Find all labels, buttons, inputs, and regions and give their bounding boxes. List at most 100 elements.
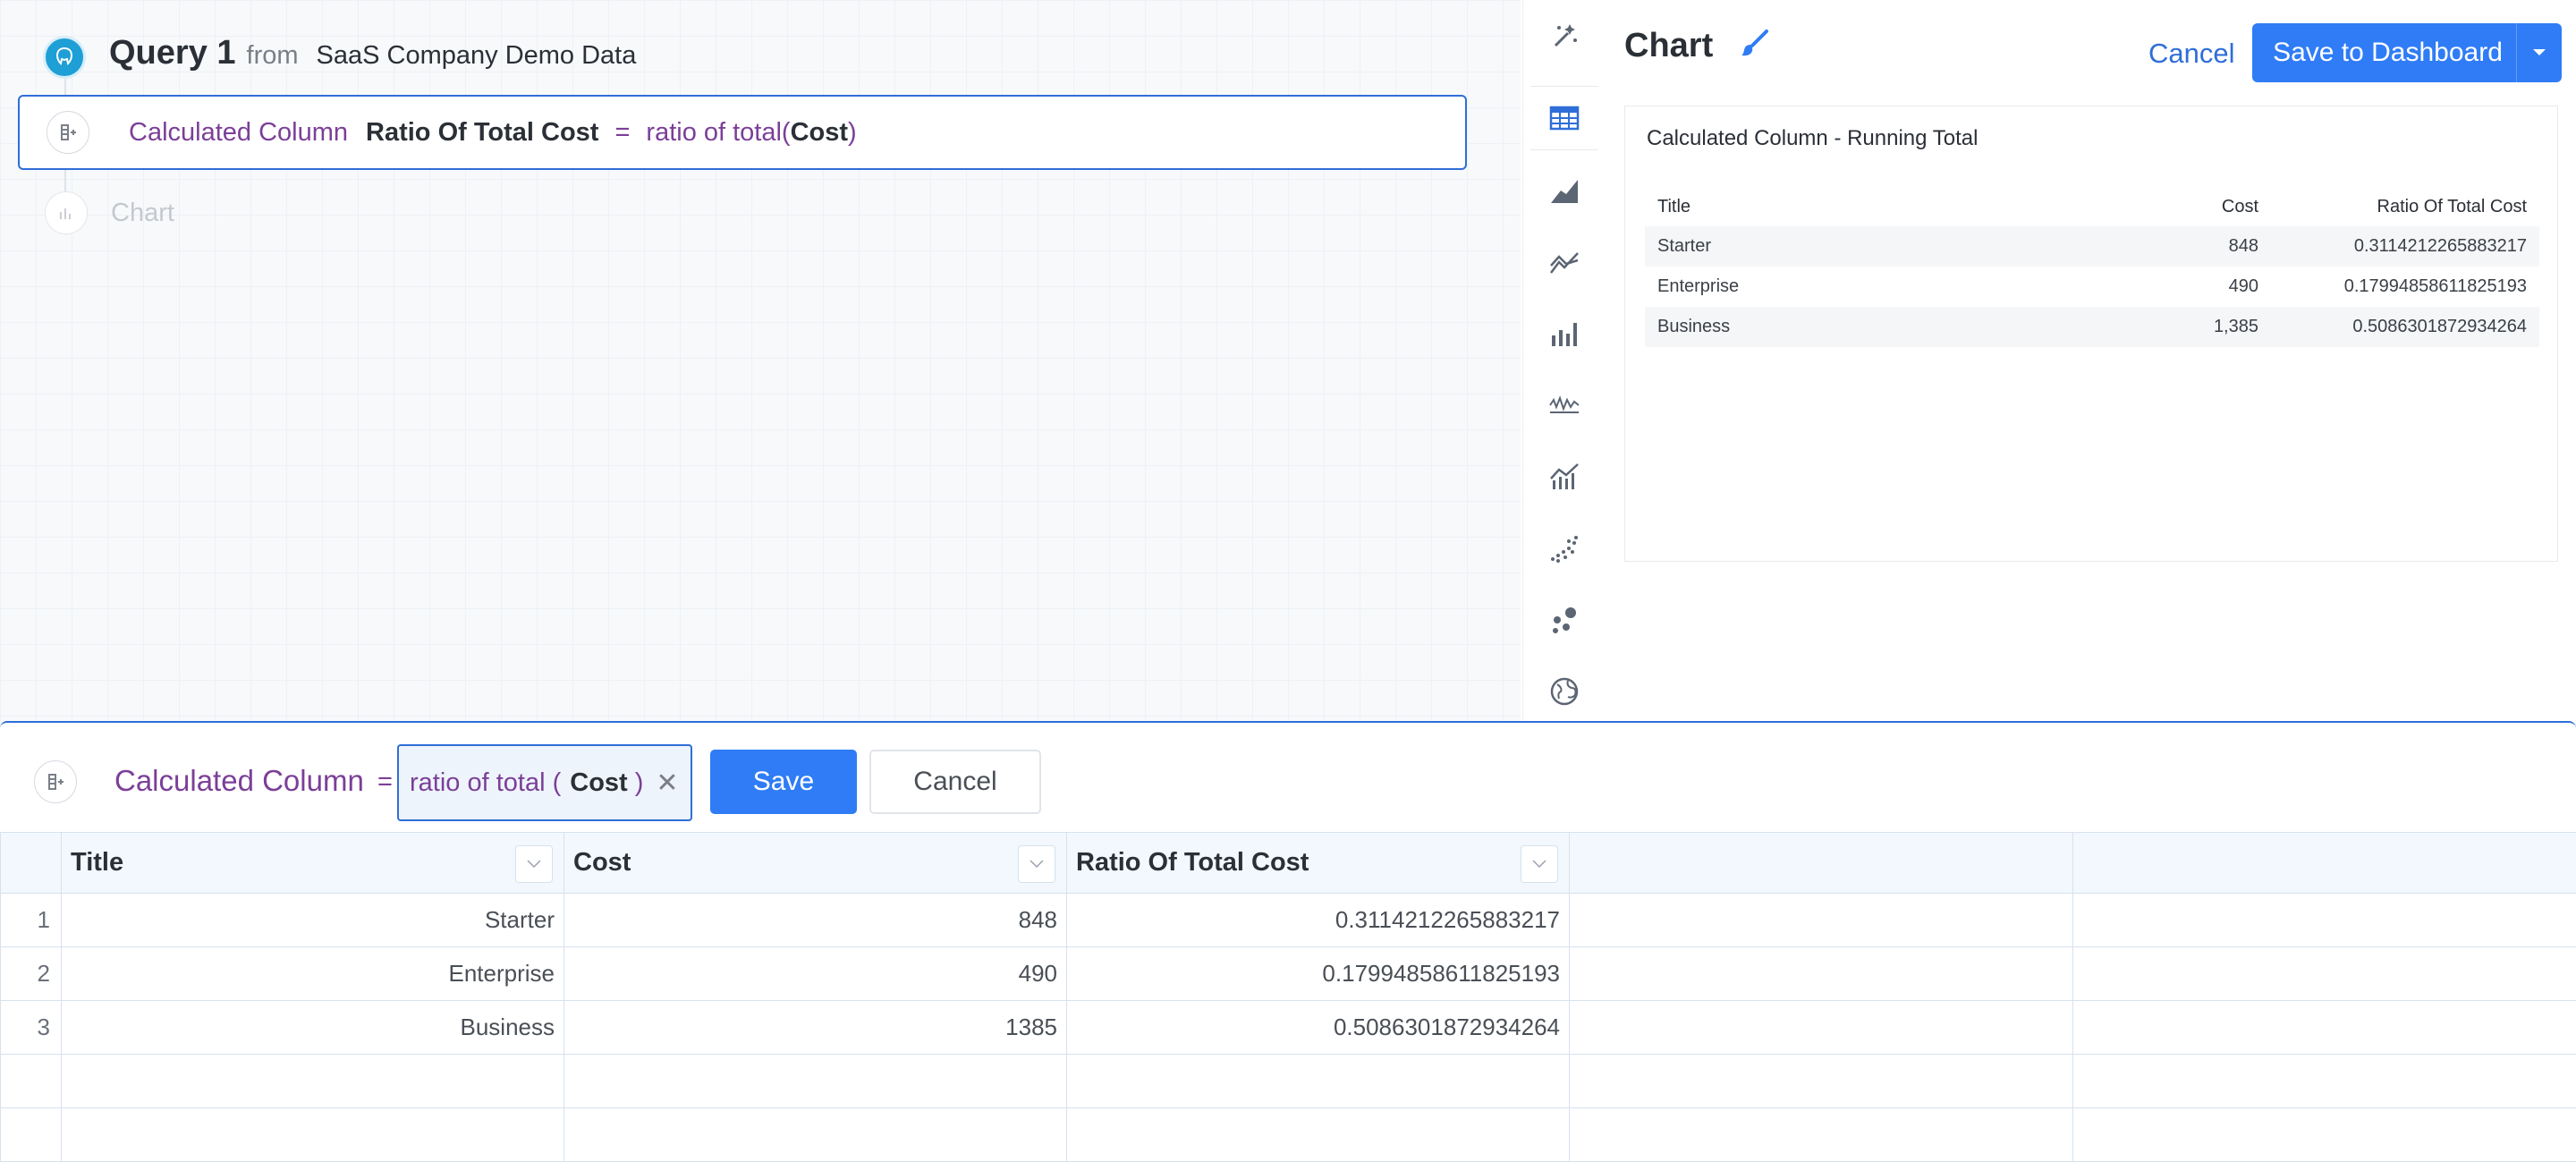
table-cell[interactable]: Enterprise bbox=[62, 947, 564, 1001]
column-header-cost[interactable]: Cost bbox=[564, 833, 1067, 894]
table-cell[interactable]: 490 bbox=[564, 947, 1067, 1001]
magic-wand-icon[interactable] bbox=[1530, 4, 1598, 66]
row-number bbox=[1, 1108, 62, 1162]
table-cell[interactable] bbox=[1067, 1055, 1570, 1108]
table-cell[interactable] bbox=[2073, 1055, 2576, 1108]
preview-cell: 0.17994858611825193 bbox=[2271, 267, 2539, 307]
table-cell[interactable] bbox=[2073, 1001, 2576, 1055]
chevron-down-icon[interactable] bbox=[515, 845, 553, 883]
save-to-dashboard-label: Save to Dashboard bbox=[2252, 38, 2516, 68]
column-header-title[interactable]: Title bbox=[62, 833, 564, 894]
table-cell[interactable]: 0.17994858611825193 bbox=[1067, 947, 1570, 1001]
preview-header-row: Title Cost Ratio Of Total Cost bbox=[1645, 187, 2539, 226]
scatter-icon[interactable] bbox=[1530, 517, 1598, 580]
preview-cell: 1,385 bbox=[2182, 307, 2271, 347]
step-column-name: Ratio Of Total Cost bbox=[366, 118, 598, 148]
table-row: 1 Starter 848 0.3114212265883217 bbox=[1, 894, 2576, 947]
table-cell[interactable] bbox=[1570, 1108, 2073, 1162]
cancel-button[interactable]: Cancel bbox=[869, 750, 1041, 814]
row-number: 1 bbox=[1, 894, 62, 947]
step-editor: Calculated Column = ratio of total ( Cos… bbox=[0, 721, 2576, 1118]
query-name[interactable]: Query 1 bbox=[109, 34, 236, 72]
row-number: 3 bbox=[1, 1001, 62, 1055]
table-cell[interactable] bbox=[62, 1108, 564, 1162]
query-source[interactable]: SaaS Company Demo Data bbox=[317, 41, 637, 71]
table-cell[interactable] bbox=[1570, 947, 2073, 1001]
column-header-label: Title bbox=[71, 848, 123, 877]
table-cell[interactable] bbox=[1570, 1055, 2073, 1108]
table-cell[interactable] bbox=[1570, 894, 2073, 947]
row-number bbox=[1, 1055, 62, 1108]
step-calculated-column[interactable]: Calculated Column Ratio Of Total Cost = … bbox=[18, 95, 1467, 170]
table-cell[interactable] bbox=[2073, 1108, 2576, 1162]
preview-row: Business 1,385 0.5086301872934264 bbox=[1645, 307, 2539, 347]
chart-type-toolbar bbox=[1522, 0, 1606, 723]
query-from-label: from bbox=[247, 41, 299, 71]
formula-input[interactable]: ratio of total ( Cost ) ✕ bbox=[397, 744, 692, 821]
paintbrush-icon[interactable] bbox=[1740, 29, 1770, 64]
calculated-column-icon bbox=[34, 760, 77, 803]
chevron-down-icon[interactable] bbox=[1018, 845, 1055, 883]
column-header-label: Cost bbox=[573, 848, 631, 877]
column-header-empty bbox=[2073, 833, 2576, 894]
postgres-icon[interactable] bbox=[43, 36, 86, 79]
save-button[interactable]: Save bbox=[710, 750, 857, 814]
table-cell[interactable] bbox=[564, 1055, 1067, 1108]
chart-step-icon bbox=[45, 191, 88, 234]
line-chart-icon[interactable] bbox=[1530, 231, 1598, 293]
preview-cell: 0.5086301872934264 bbox=[2271, 307, 2539, 347]
chart-title: Chart bbox=[1624, 27, 1713, 65]
table-row: 3 Business 1385 0.5086301872934264 bbox=[1, 1001, 2576, 1055]
query-header: Query 1 from SaaS Company Demo Data bbox=[109, 34, 636, 72]
preview-cell: 490 bbox=[2182, 267, 2271, 307]
table-cell[interactable] bbox=[1067, 1108, 1570, 1162]
chart-step-label: Chart bbox=[111, 199, 174, 228]
table-icon[interactable] bbox=[1530, 86, 1598, 150]
area-chart-icon[interactable] bbox=[1530, 159, 1598, 222]
chart-header: Chart bbox=[1624, 27, 1770, 65]
column-header-ratio[interactable]: Ratio Of Total Cost bbox=[1067, 833, 1570, 894]
chevron-down-icon[interactable] bbox=[2516, 23, 2562, 82]
editor-equals: = bbox=[377, 768, 393, 797]
table-row bbox=[1, 1108, 2576, 1162]
table-cell[interactable] bbox=[2073, 947, 2576, 1001]
table-cell[interactable]: 848 bbox=[564, 894, 1067, 947]
preview-header-cost: Cost bbox=[2182, 187, 2271, 226]
table-cell[interactable]: 0.3114212265883217 bbox=[1067, 894, 1570, 947]
clear-formula-icon[interactable]: ✕ bbox=[656, 768, 678, 799]
table-row: 2 Enterprise 490 0.17994858611825193 bbox=[1, 947, 2576, 1001]
table-cell[interactable] bbox=[1570, 1001, 2073, 1055]
formula-function: ratio of total ( bbox=[410, 768, 561, 798]
table-cell[interactable]: Starter bbox=[62, 894, 564, 947]
formula-close-paren: ) bbox=[635, 768, 644, 798]
preview-title: Calculated Column - Running Total bbox=[1647, 126, 1978, 151]
calculated-column-icon bbox=[47, 111, 89, 154]
results-grid: Title Cost Ratio Of Total Cost 1 Starter… bbox=[0, 832, 2576, 1162]
row-number-header bbox=[1, 833, 62, 894]
chevron-down-icon[interactable] bbox=[1521, 845, 1558, 883]
table-cell[interactable] bbox=[564, 1108, 1067, 1162]
table-cell[interactable] bbox=[2073, 894, 2576, 947]
bubble-icon[interactable] bbox=[1530, 589, 1598, 651]
step-kind: Calculated Column bbox=[129, 118, 348, 148]
chart-cancel-link[interactable]: Cancel bbox=[2148, 38, 2235, 70]
combo-chart-icon[interactable] bbox=[1530, 445, 1598, 508]
sparkline-icon[interactable] bbox=[1530, 374, 1598, 437]
preview-header-title: Title bbox=[1645, 187, 2182, 226]
table-cell[interactable]: 1385 bbox=[564, 1001, 1067, 1055]
preview-row: Starter 848 0.3114212265883217 bbox=[1645, 226, 2539, 267]
table-cell[interactable]: Business bbox=[62, 1001, 564, 1055]
formula-argument[interactable]: Cost bbox=[570, 768, 627, 798]
table-cell[interactable]: 0.5086301872934264 bbox=[1067, 1001, 1570, 1055]
table-cell[interactable] bbox=[62, 1055, 564, 1108]
step-argument: Cost bbox=[791, 118, 848, 148]
bar-chart-icon[interactable] bbox=[1530, 302, 1598, 365]
globe-icon[interactable] bbox=[1530, 660, 1598, 723]
table-row bbox=[1, 1055, 2576, 1108]
save-to-dashboard-button[interactable]: Save to Dashboard bbox=[2252, 23, 2562, 82]
step-chart[interactable]: Chart bbox=[45, 191, 174, 234]
column-header-empty bbox=[1570, 833, 2073, 894]
preview-header-ratio: Ratio Of Total Cost bbox=[2271, 187, 2539, 226]
preview-cell: Business bbox=[1645, 307, 2182, 347]
editor-toolbar: Calculated Column = ratio of total ( Cos… bbox=[0, 723, 2576, 832]
